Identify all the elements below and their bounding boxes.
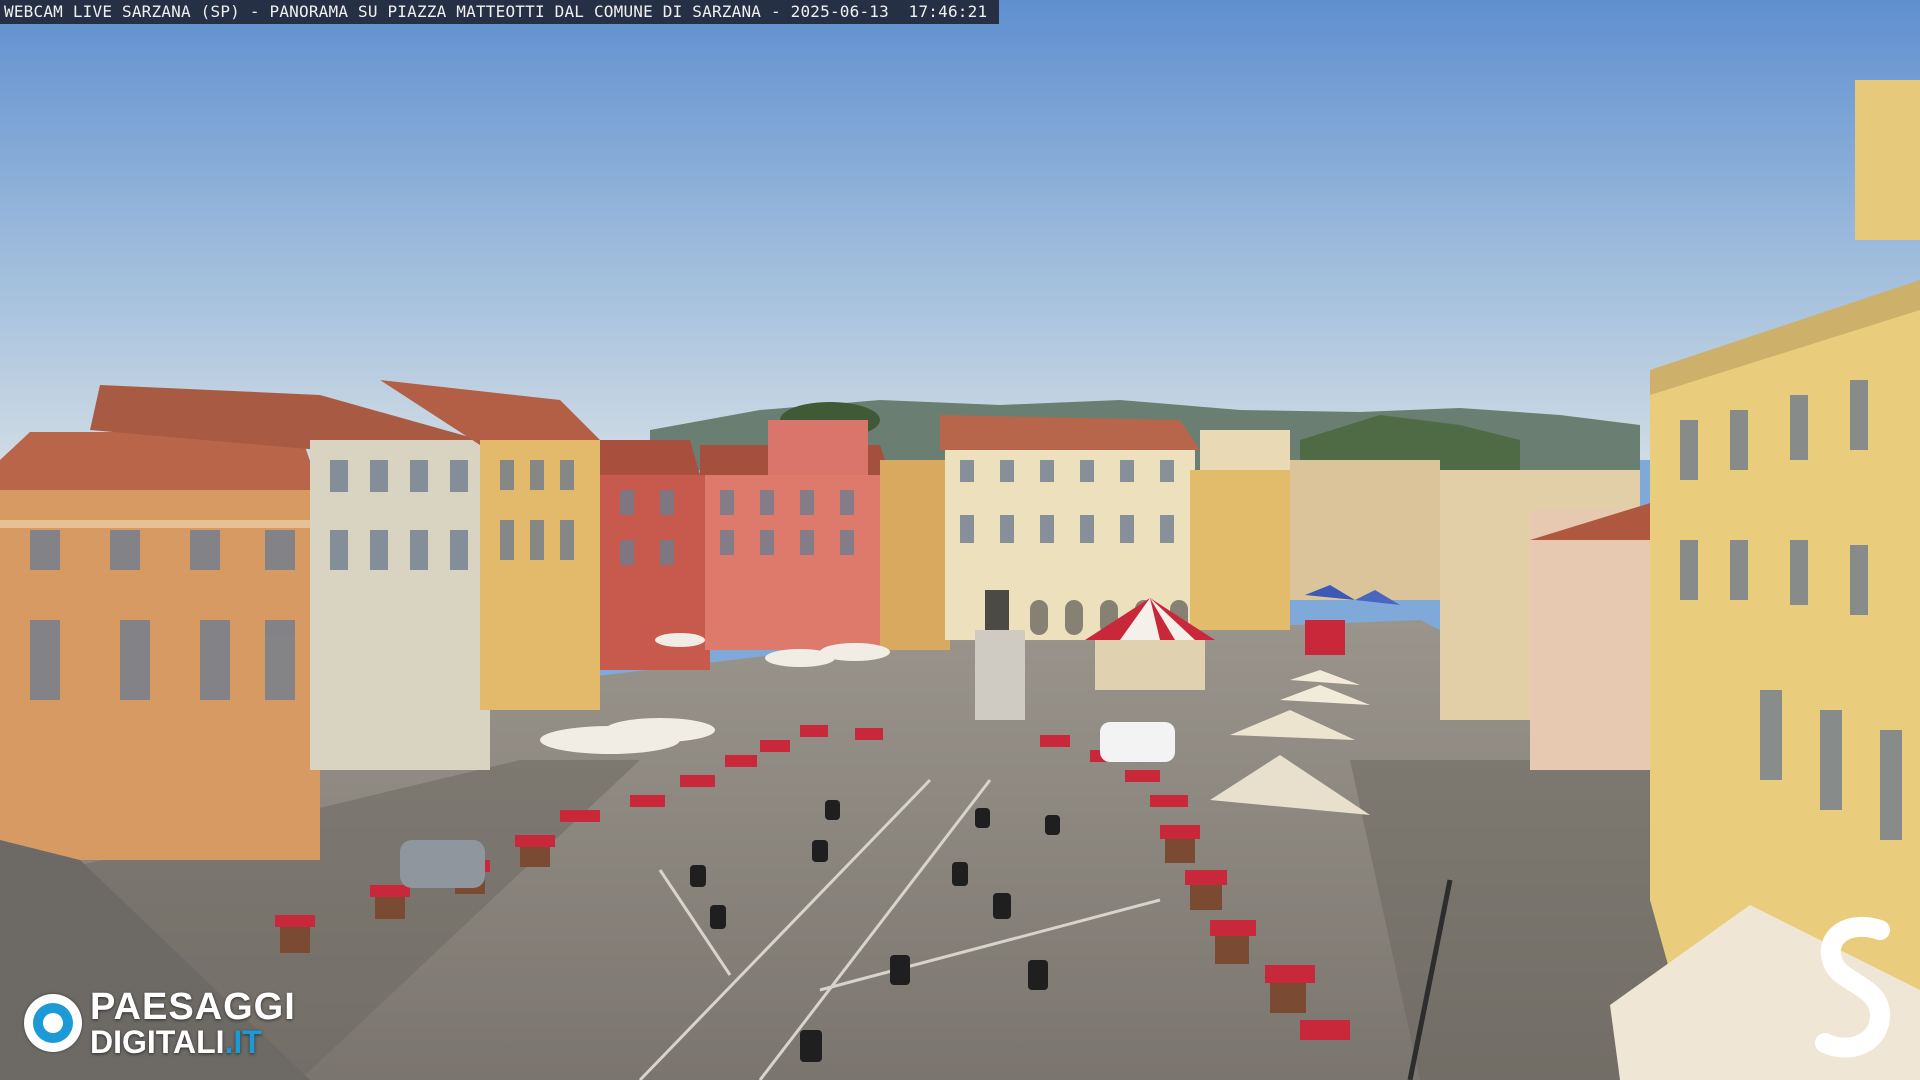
street-buildings (1290, 460, 1440, 600)
building-right-pink (1530, 510, 1670, 770)
stylized-s-logo-icon (1815, 916, 1891, 1058)
logo-line2: DIGITALI.IT (90, 1026, 296, 1058)
logo-line2-main: DIGITALI (90, 1024, 225, 1060)
sky (0, 0, 1920, 460)
roof-red (600, 440, 700, 475)
bell-tower (1855, 80, 1920, 240)
building-ochre (880, 460, 950, 650)
logo-line1: PAESAGGI (90, 986, 296, 1028)
building-yellow-center (1190, 470, 1290, 630)
paesaggi-digitali-logo[interactable]: PAESAGGI DIGITALI.IT (24, 988, 296, 1058)
pink-tower (768, 420, 868, 475)
webcam-caption: WEBCAM LIVE SARZANA (SP) - PANORAMA SU P… (0, 0, 1000, 24)
monument (975, 630, 1025, 720)
roof-cream (940, 415, 1200, 450)
statue (985, 590, 1009, 630)
logo-tld: .IT (224, 1024, 262, 1060)
white-car (1100, 722, 1175, 762)
parked-car (400, 840, 485, 888)
building-cream-2 (1200, 430, 1290, 470)
webcam-scene (0, 0, 1920, 1080)
camera-lens-icon (24, 994, 82, 1052)
